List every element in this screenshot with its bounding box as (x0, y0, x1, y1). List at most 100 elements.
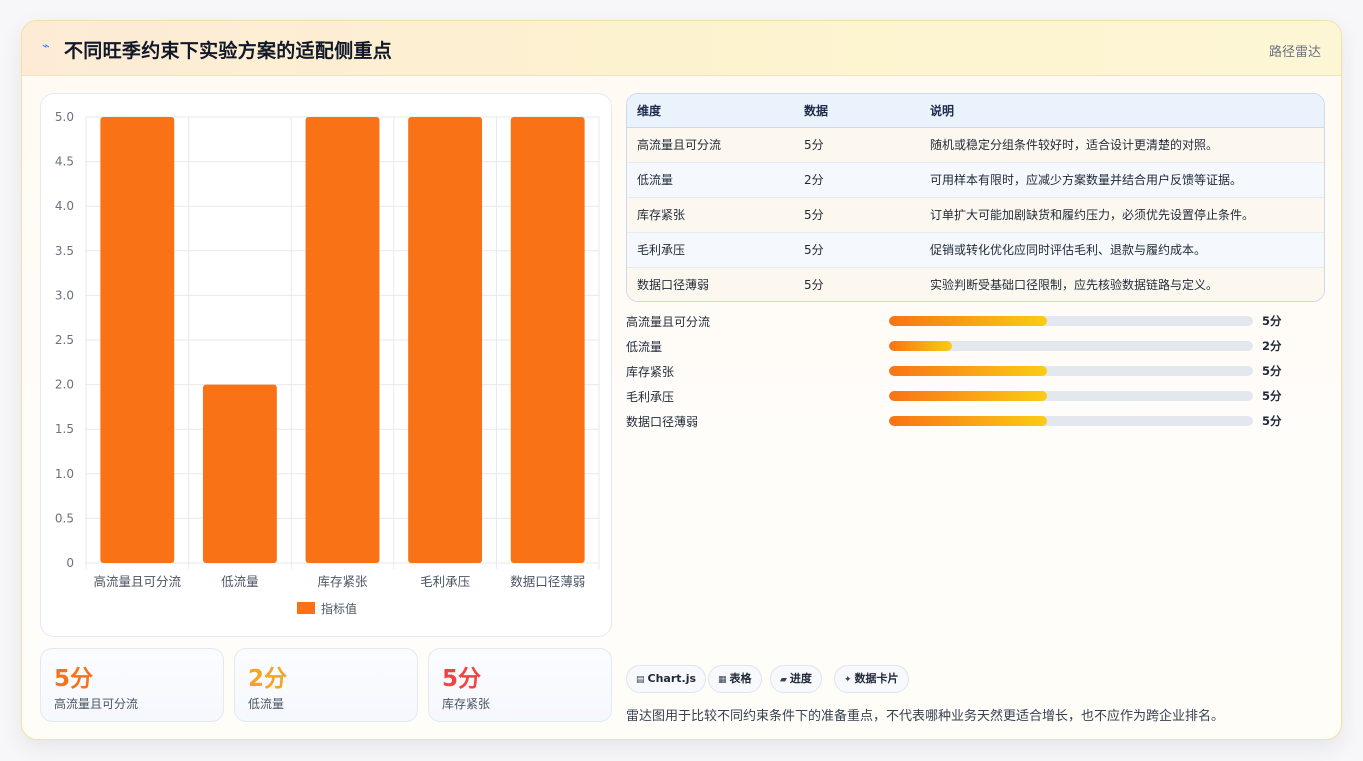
table-row: 高流量且可分流 5分 随机或稳定分组条件较好时，适合设计更清楚的对照。 (627, 127, 1324, 163)
progress-value: 5分 (1262, 389, 1282, 403)
chip-data-card[interactable]: ✦ 数据卡片 (834, 665, 909, 693)
y-tick-label: 4.0 (55, 199, 74, 213)
progress-fill (889, 366, 1047, 376)
table-cell: 5分 (794, 197, 920, 233)
table-cell: 5分 (794, 232, 920, 268)
table-row: 数据口径薄弱 5分 实验判断受基础口径限制，应先核验数据链路与定义。 (627, 267, 1324, 301)
stat-label: 库存紧张 (442, 697, 491, 711)
table-cell: 数据口径薄弱 (627, 267, 794, 301)
legend-swatch (297, 602, 315, 614)
progress-value: 5分 (1262, 314, 1282, 328)
progress-value: 5分 (1262, 414, 1282, 428)
header-tag: 路径雷达 (1268, 45, 1321, 60)
progress-list: 高流量且可分流 5分 低流量 2分 库存紧张 5分 毛利承压 5分 数据口径薄弱… (626, 311, 1306, 436)
y-tick-label: 5.0 (55, 110, 74, 124)
table-row: 毛利承压 5分 促销或转化优化应同时评估毛利、退款与履约成本。 (627, 232, 1324, 268)
table-cell: 库存紧张 (627, 197, 794, 233)
table-header-row: 维度 数据 说明 (627, 94, 1324, 128)
y-tick-label: 0 (66, 556, 74, 570)
x-tick-label: 毛利承压 (420, 574, 470, 589)
chart-icon: ▤ (636, 675, 645, 685)
table-cell: 低流量 (627, 162, 794, 198)
progress-fill (889, 341, 952, 351)
progress-track (889, 316, 1253, 326)
footnote: 雷达图用于比较不同约束条件下的准备重点，不代表哪种业务天然更适合增长，也不应作为… (626, 709, 1225, 724)
progress-value: 2分 (1262, 339, 1282, 353)
stat-label: 高流量且可分流 (54, 697, 139, 711)
data-table: 维度 数据 说明 高流量且可分流 5分 随机或稳定分组条件较好时，适合设计更清楚… (626, 93, 1325, 302)
progress-track (889, 341, 1253, 351)
stat-card-3: 5分 库存紧张 (428, 648, 612, 722)
progress-label: 库存紧张 (626, 365, 675, 379)
table-cell: 随机或稳定分组条件较好时，适合设计更清楚的对照。 (920, 127, 1324, 163)
bar-chart: 0 0.5 1.0 1.5 2.0 2.5 3.0 3.5 4.0 4.5 5.0 高流量且可分流 低流… (40, 93, 612, 637)
stat-card-1: 5分 高流量且可分流 (40, 648, 224, 722)
spark-icon: ⌁ (42, 39, 50, 54)
table-cell: 5分 (794, 127, 920, 163)
stat-value: 5分 (54, 666, 94, 692)
table-cell: 2分 (794, 162, 920, 198)
progress-row: 低流量 2分 (626, 336, 1306, 361)
x-tick-label: 库存紧张 (317, 574, 368, 589)
x-tick-label: 高流量且可分流 (94, 574, 182, 589)
progress-label: 数据口径薄弱 (626, 415, 699, 429)
bar (408, 117, 483, 563)
table-cell: 毛利承压 (627, 232, 794, 268)
bar (202, 384, 277, 563)
table-row: 低流量 2分 可用样本有限时，应减少方案数量并结合用户反馈等证据。 (627, 162, 1324, 198)
page-title: 不同旺季约束下实验方案的适配侧重点 (64, 40, 393, 62)
progress-label: 毛利承压 (626, 390, 675, 404)
progress-fill (889, 316, 1047, 326)
bar (305, 117, 380, 563)
y-tick-label: 1.0 (55, 467, 74, 481)
y-tick-label: 3.0 (55, 288, 74, 302)
y-tick-label: 0.5 (55, 511, 74, 525)
progress-value: 5分 (1262, 364, 1282, 378)
x-tick-label: 数据口径薄弱 (510, 574, 585, 589)
bar-chart-svg: 0 0.5 1.0 1.5 2.0 2.5 3.0 3.5 4.0 4.5 5.0 高流量且可分流 低流… (55, 110, 600, 616)
table-cell: 5分 (794, 267, 920, 301)
y-tick-label: 4.5 (55, 155, 74, 169)
table-icon: ▦ (718, 675, 727, 685)
progress-label: 低流量 (626, 340, 663, 354)
y-tick-label: 3.5 (55, 244, 74, 258)
legend-label: 指标值 (321, 601, 357, 616)
column-header: 说明 (920, 94, 1324, 128)
table-cell: 高流量且可分流 (627, 127, 794, 163)
table-cell: 订单扩大可能加剧缺货和履约压力，必须优先设置停止条件。 (920, 197, 1324, 233)
bar (100, 117, 175, 563)
progress-fill (889, 391, 1047, 401)
chip-table[interactable]: ▦ 表格 (708, 665, 762, 693)
chip-progress[interactable]: ▰ 进度 (770, 665, 822, 693)
y-tick-label: 2.5 (55, 333, 74, 347)
progress-label: 高流量且可分流 (626, 315, 711, 329)
y-tick-label: 2.0 (55, 378, 74, 392)
y-tick-label: 1.5 (55, 422, 74, 436)
table-cell: 促销或转化优化应同时评估毛利、退款与履约成本。 (920, 232, 1324, 268)
card-header: ⌁ 不同旺季约束下实验方案的适配侧重点 路径雷达 (22, 21, 1341, 76)
column-header: 维度 (627, 94, 794, 128)
chip-label: 数据卡片 (854, 672, 899, 685)
chip-chartjs[interactable]: ▤ Chart.js (626, 665, 707, 693)
stat-label: 低流量 (248, 697, 285, 711)
progress-row: 数据口径薄弱 5分 (626, 411, 1306, 436)
chip-label: 进度 (789, 672, 812, 685)
table-cell: 实验判断受基础口径限制，应先核验数据链路与定义。 (920, 267, 1324, 301)
column-header: 数据 (794, 94, 920, 128)
progress-track (889, 366, 1253, 376)
progress-track (889, 391, 1253, 401)
chip-label: 表格 (729, 672, 752, 685)
progress-row: 高流量且可分流 5分 (626, 311, 1306, 336)
bar (510, 117, 585, 563)
table-cell: 可用样本有限时，应减少方案数量并结合用户反馈等证据。 (920, 162, 1324, 198)
main-card: ⌁ 不同旺季约束下实验方案的适配侧重点 路径雷达 0 0.5 1.0 1.5 2.0 2.… (21, 20, 1342, 740)
progress-fill (889, 416, 1047, 426)
progress-icon: ▰ (780, 675, 787, 685)
progress-row: 毛利承压 5分 (626, 386, 1306, 411)
progress-row: 库存紧张 5分 (626, 361, 1306, 386)
chip-label: Chart.js (647, 672, 697, 685)
stat-value: 5分 (442, 666, 482, 692)
table-row: 库存紧张 5分 订单扩大可能加剧缺货和履约压力，必须优先设置停止条件。 (627, 197, 1324, 233)
stat-value: 2分 (248, 666, 288, 692)
sparkle-icon: ✦ (844, 675, 852, 685)
